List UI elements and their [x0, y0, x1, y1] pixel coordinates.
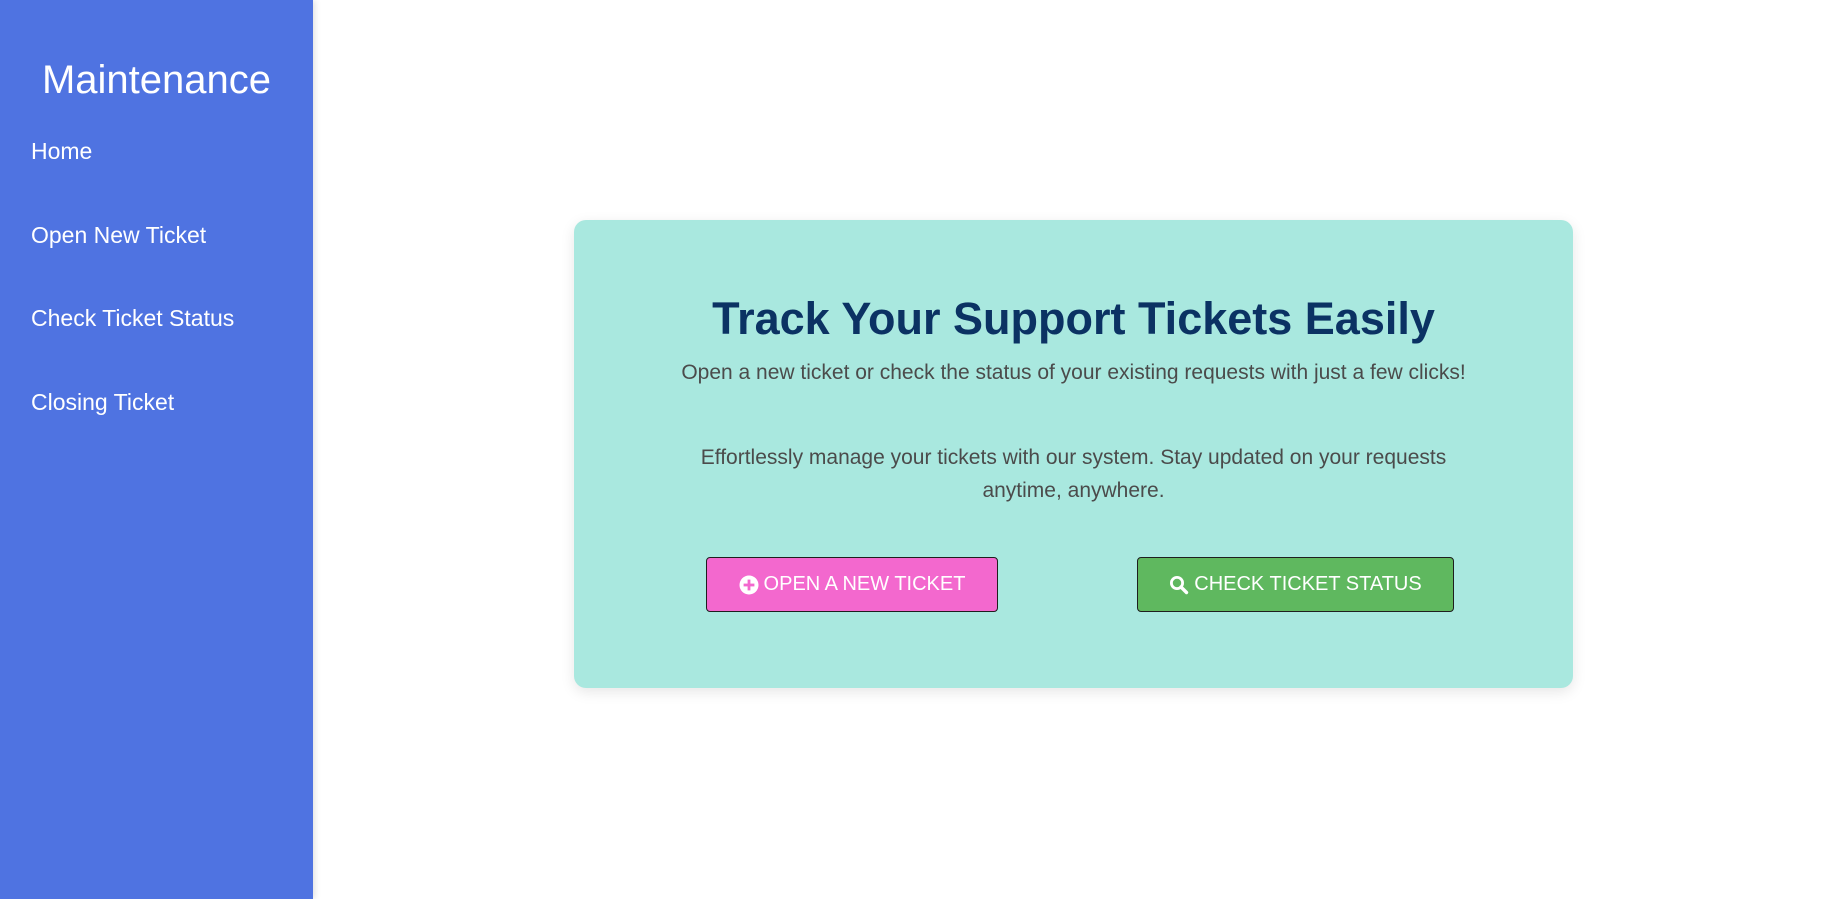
open-new-ticket-button[interactable]: OPEN A NEW TICKET [706, 557, 998, 612]
check-ticket-status-label: CHECK TICKET STATUS [1194, 573, 1422, 595]
search-icon [1169, 575, 1189, 595]
hero-subtitle: Open a new ticket or check the status of… [681, 361, 1466, 384]
hero-card: Track Your Support Tickets Easily Open a… [574, 220, 1573, 688]
plus-circle-icon [739, 575, 759, 595]
sidebar-item-closing-ticket[interactable]: Closing Ticket [31, 388, 174, 416]
hero-description: Effortlessly manage your tickets with ou… [700, 446, 1447, 502]
open-new-ticket-label: OPEN A NEW TICKET [763, 573, 966, 595]
hero-title: Track Your Support Tickets Easily [712, 293, 1435, 344]
sidebar: Maintenance Home Open New Ticket Check T… [0, 0, 313, 899]
sidebar-item-open-new-ticket[interactable]: Open New Ticket [31, 221, 206, 249]
sidebar-item-home[interactable]: Home [31, 137, 92, 165]
sidebar-item-check-ticket-status[interactable]: Check Ticket Status [31, 304, 234, 332]
check-ticket-status-button[interactable]: CHECK TICKET STATUS [1137, 557, 1454, 612]
sidebar-brand: Maintenance [41, 58, 272, 102]
